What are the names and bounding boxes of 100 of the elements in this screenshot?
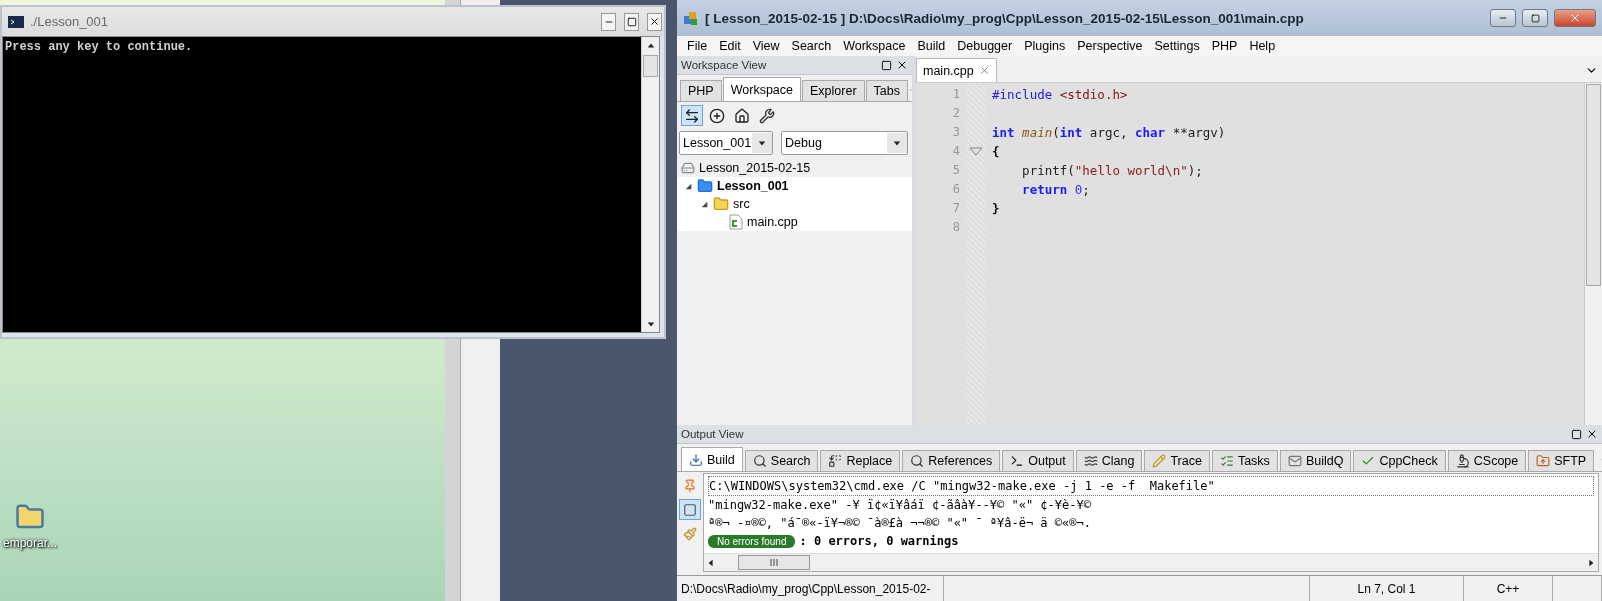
maximize-icon[interactable]	[1571, 428, 1582, 440]
line-number: 2	[952, 105, 960, 122]
output-line: C:\WINDOWS\system32\cmd.exe /C "mingw32-make.exe -j 1 -e -f Makefile"	[709, 478, 1215, 495]
tab[interactable]: SFTP	[1528, 450, 1595, 471]
tab[interactable]: Workspace	[722, 77, 801, 101]
folder-icon	[713, 196, 729, 212]
tab[interactable]: CScope	[1447, 450, 1527, 471]
waves-icon	[1083, 454, 1098, 468]
toolbar-button[interactable]	[681, 105, 703, 126]
tab[interactable]: Search	[744, 450, 819, 471]
menu-item[interactable]: Build	[911, 39, 952, 53]
download-icon	[689, 452, 703, 467]
terminal-icon	[1010, 454, 1025, 468]
maximize-icon	[626, 16, 637, 27]
code-line: }	[992, 201, 1000, 216]
envelope-icon	[1287, 454, 1302, 468]
scroll-thumb[interactable]	[1586, 84, 1601, 286]
window-title: [ Lesson_2015-02-15 ] D:\Docs\Radio\my_prog\Cpp\Lesson_2015-02-15\Lesson_001\main.cpp	[705, 10, 1305, 26]
maximize-button[interactable]	[624, 12, 639, 31]
tab[interactable]: Output	[1002, 450, 1074, 471]
panel-title: Output View	[681, 428, 745, 440]
restore-icon	[1530, 13, 1540, 23]
menu-item[interactable]: Perspective	[1071, 39, 1149, 53]
menu-item[interactable]: File	[681, 39, 714, 53]
close-icon[interactable]	[1586, 428, 1598, 440]
tab[interactable]: Build	[681, 447, 743, 471]
home-icon	[734, 107, 750, 124]
status-path: D:\Docs\Radio\my_prog\Cpp\Lesson_2015-02-	[677, 576, 944, 601]
project-select[interactable]: Lesson_001	[679, 131, 773, 155]
tab[interactable]: BuildQ	[1279, 450, 1352, 471]
cursor-position: Ln 7, Col 1	[1310, 576, 1464, 601]
menu-item[interactable]: Debugger	[951, 39, 1019, 53]
line-number: 8	[952, 219, 960, 236]
side-button[interactable]	[679, 499, 701, 520]
fold-marker-icon[interactable]	[969, 147, 983, 156]
language-indicator: C++	[1464, 576, 1553, 601]
line-number: 6	[952, 181, 960, 198]
microscope-icon	[1455, 454, 1470, 468]
restore-button[interactable]	[1522, 9, 1548, 27]
tab[interactable]: Explorer	[802, 80, 865, 101]
minimize-button[interactable]	[601, 12, 616, 31]
tab[interactable]: Tasks	[1211, 450, 1278, 471]
drive-icon	[681, 161, 695, 175]
tab[interactable]: References	[902, 450, 1001, 471]
pin-icon	[683, 478, 697, 493]
maximize-icon[interactable]	[881, 59, 892, 71]
tab[interactable]: PHP	[680, 80, 722, 101]
folder-upload-icon	[1536, 454, 1551, 468]
close-button[interactable]	[647, 12, 662, 31]
tab[interactable]: CppCheck	[1353, 450, 1446, 471]
close-icon	[1569, 12, 1581, 24]
line-number: 7	[952, 200, 960, 217]
menu-item[interactable]: PHP	[1205, 39, 1244, 53]
menu-item[interactable]: Plugins	[1018, 39, 1072, 53]
menu-item[interactable]: Settings	[1148, 39, 1206, 53]
configuration-select[interactable]: Debug	[781, 131, 908, 155]
settings-icon	[759, 107, 775, 124]
tab[interactable]: Clang	[1075, 450, 1143, 471]
menu-item[interactable]: Help	[1243, 39, 1282, 53]
scroll-lock-icon	[683, 502, 697, 517]
tree-item[interactable]: Lesson_001	[677, 177, 912, 195]
file-tab[interactable]: main.cpp	[916, 58, 997, 82]
scroll-thumb[interactable]	[738, 555, 810, 570]
line-number: 1	[952, 86, 960, 103]
checklist-icon	[1219, 454, 1234, 468]
dropdown-arrow-icon	[893, 139, 901, 147]
build-summary: : 0 errors, 0 warnings	[799, 533, 959, 550]
menu-item[interactable]: Edit	[713, 39, 747, 53]
tab[interactable]: Trace	[1144, 450, 1210, 471]
scrollbar[interactable]	[1584, 83, 1602, 425]
brush-icon	[683, 526, 697, 541]
scrollbar[interactable]	[641, 37, 659, 332]
menu-item[interactable]: Workspace	[837, 39, 912, 53]
scroll-up-icon	[646, 41, 655, 50]
menu-item[interactable]: View	[746, 39, 786, 53]
panel-title: Workspace View	[681, 59, 768, 71]
search-icon	[752, 454, 767, 468]
scroll-left-icon	[707, 558, 715, 567]
scroll-thumb[interactable]	[643, 55, 658, 77]
minimize-button[interactable]	[1490, 9, 1516, 27]
grip-icon	[770, 559, 778, 566]
dropdown-arrow-icon	[758, 139, 766, 147]
scroll-down-icon	[646, 319, 655, 328]
line-number: 4	[952, 143, 960, 160]
menu-item[interactable]: Search	[785, 39, 838, 53]
app-logo-icon	[683, 10, 699, 26]
tree-item[interactable]: main.cpp	[677, 213, 912, 231]
close-icon	[649, 16, 660, 27]
pencil-icon	[1152, 454, 1167, 468]
status-badge: No errors found	[708, 534, 796, 548]
scroll-right-icon	[1587, 558, 1595, 567]
check-icon	[1361, 454, 1376, 468]
code-editor[interactable]: 1 2 3 4 5 6 7 8 #include <stdio.h> int main(int argc, char **argv) { printf("hello world\n"); return 0; }	[916, 83, 1602, 425]
tab[interactable]: Replace	[820, 450, 901, 471]
code-line: #include <stdio.h>	[992, 87, 1128, 102]
tab[interactable]: Tabs	[865, 80, 908, 101]
search-icon	[910, 454, 925, 468]
output-line: "mingw32-make.exe" -¥ ï¢«ï¥âáï ¢-ãâà¥--¥© "«" ¢-¥è-¥©	[708, 497, 1091, 514]
close-icon[interactable]	[896, 59, 908, 71]
horizontal-scrollbar[interactable]	[704, 553, 1598, 571]
